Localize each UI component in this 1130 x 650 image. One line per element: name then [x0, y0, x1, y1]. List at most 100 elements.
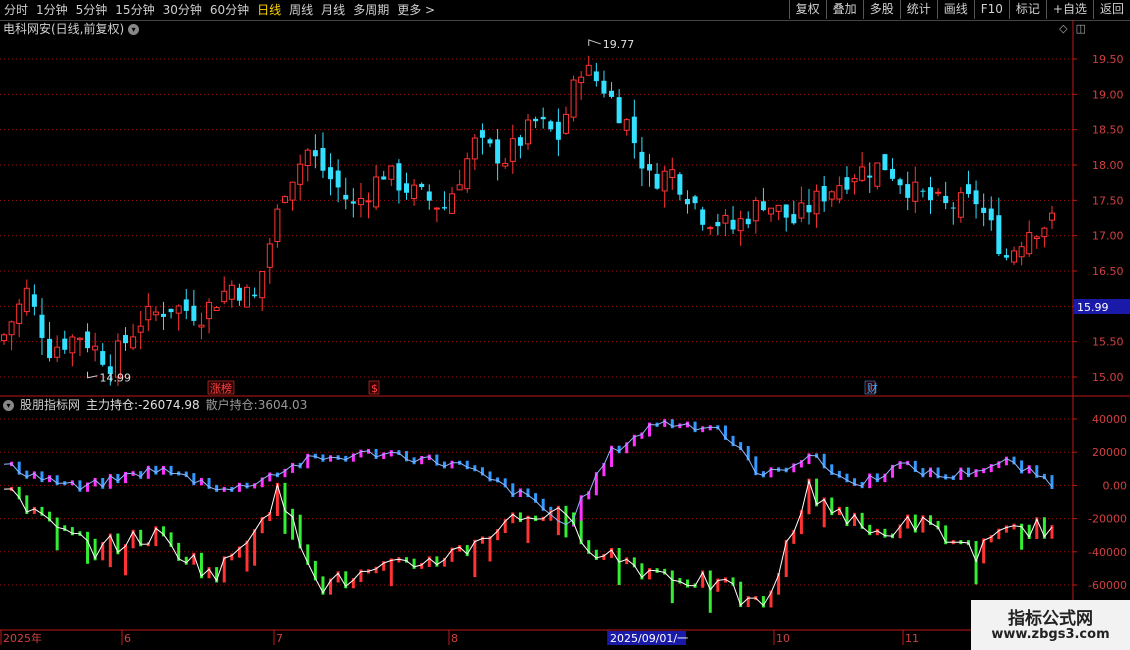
candle-body-down — [988, 208, 994, 221]
retail-bar — [1004, 456, 1008, 466]
indicator-name: 股朋指标网 — [20, 398, 81, 412]
retail-bar — [1027, 465, 1031, 474]
candle-body-down — [715, 221, 721, 227]
candle-body-down — [700, 209, 706, 225]
candle-body-down — [601, 80, 607, 94]
watermark: 指标公式网 www.zbgs3.com — [971, 600, 1130, 650]
retail-bar — [701, 426, 705, 433]
retail-bar — [245, 482, 249, 489]
candle-body-up — [1026, 232, 1033, 255]
candle-body-down — [320, 148, 326, 171]
retail-bar — [875, 473, 879, 483]
candle-body-up — [722, 214, 729, 224]
retail-bar — [25, 470, 29, 479]
candle-body-down — [897, 179, 903, 186]
main-bar — [488, 536, 492, 562]
retail-bar — [321, 454, 325, 462]
candle-body-down — [882, 154, 888, 171]
main-bar — [480, 536, 484, 544]
candle-body-up — [365, 200, 372, 203]
main-bar — [389, 558, 393, 587]
kline-chart[interactable]: 19.5019.0018.5018.0017.5017.0016.5016.00… — [0, 0, 1130, 650]
candle-body-down — [647, 164, 653, 171]
time-label: 2025/09/01/一 — [610, 632, 688, 645]
main-bar — [518, 512, 522, 522]
candle-body-up — [752, 199, 759, 222]
chevron-down-icon[interactable]: ▾ — [3, 399, 14, 411]
candle-body-down — [760, 201, 766, 211]
main-bar — [883, 528, 887, 538]
candle-body-down — [692, 196, 698, 204]
retail-bar — [48, 475, 52, 483]
main-bar — [245, 540, 249, 572]
candle-body-up — [1041, 227, 1048, 238]
candle-body-up — [661, 170, 668, 192]
retail-line — [3, 420, 1053, 526]
retail-position-label: 散户持仓:3604.03 — [206, 397, 308, 413]
candle-body-up — [297, 163, 304, 185]
main-bar — [253, 529, 257, 566]
retail-label-text: 散户持仓: — [205, 398, 258, 412]
candle-body-up — [76, 337, 83, 341]
candle-body-up — [570, 79, 577, 118]
candle-body-up — [1, 334, 7, 342]
candle-body-up — [1011, 250, 1018, 263]
candle-body-down — [62, 338, 68, 350]
indicator-tick-label: -60000 — [1088, 579, 1127, 592]
time-label: 11 — [905, 632, 919, 645]
candle-body-down — [927, 187, 933, 201]
candle-body-up — [585, 64, 592, 76]
candle-body-up — [259, 271, 266, 299]
current-price-label: 15.99 — [1077, 301, 1109, 314]
main-bar — [708, 570, 712, 613]
candle-body-up — [1033, 236, 1040, 240]
event-tag: $ — [371, 382, 378, 395]
retail-bar — [670, 419, 674, 429]
indicator-tick-label: 40000 — [1092, 413, 1127, 426]
high-marker — [588, 39, 601, 46]
main-bar — [32, 506, 36, 514]
candle-body-up — [578, 76, 585, 84]
main-bar — [473, 539, 477, 578]
candle-body-down — [890, 168, 896, 179]
main-bar — [124, 544, 128, 576]
retail-bar — [450, 460, 454, 469]
candle-body-down — [973, 190, 979, 205]
indicator-tick-label: -40000 — [1088, 546, 1127, 559]
retail-bar — [617, 445, 621, 454]
retail-bar — [154, 465, 158, 475]
candle-body-up — [813, 190, 820, 215]
candle-body-down — [745, 218, 751, 225]
candle-body-up — [198, 324, 205, 328]
candle-body-down — [783, 204, 789, 218]
candle-body-down — [31, 294, 37, 307]
time-label: 6 — [124, 632, 131, 645]
candle-body-down — [495, 139, 501, 164]
main-bar — [534, 515, 538, 522]
candle-body-down — [593, 71, 599, 82]
candle-body-down — [426, 191, 432, 201]
candle-body-down — [1003, 255, 1009, 258]
retail-bar — [161, 465, 165, 475]
candle-body-up — [388, 165, 395, 180]
indicator-tick-label: 0.00 — [1103, 479, 1128, 492]
candle-body-down — [965, 184, 971, 194]
candle-body-down — [160, 313, 166, 317]
candle-body-down — [123, 335, 129, 344]
candle-body-down — [996, 215, 1002, 255]
main-bar — [55, 517, 59, 551]
retail-bar — [359, 449, 363, 458]
price-tick-label: 17.50 — [1092, 194, 1124, 207]
candle-body-down — [335, 170, 341, 188]
retail-bar — [974, 469, 978, 478]
low-price-label: 14.99 — [100, 372, 131, 385]
retail-bar — [237, 482, 241, 492]
candle-body-down — [730, 219, 736, 230]
price-tick-label: 15.50 — [1092, 336, 1124, 349]
main-bar — [685, 579, 689, 588]
retail-bar — [412, 457, 416, 465]
candle-body-up — [266, 243, 273, 268]
candle-body-up — [152, 311, 159, 316]
candle-body-down — [981, 207, 987, 213]
candle-body-down — [350, 201, 356, 204]
